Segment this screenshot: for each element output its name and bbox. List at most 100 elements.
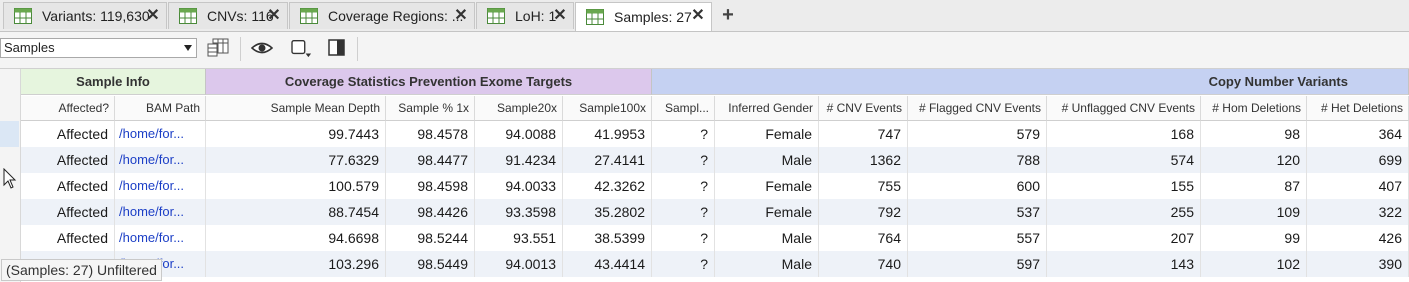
tab-loh[interactable]: LoH: 1 ✕ [476, 2, 574, 29]
table-icon [586, 9, 604, 25]
checkbox-dropdown-icon[interactable] [289, 38, 315, 58]
table-row[interactable]: Affected /home/for... 100.579 98.4598 94… [21, 173, 1409, 199]
cell-100x: 43.4414 [563, 251, 652, 277]
cell-sample-flag: ? [652, 147, 715, 173]
cell-mean-depth: 103.296 [206, 251, 386, 277]
cell-hom-deletions: 99 [1201, 225, 1307, 251]
cell-flagged-cnv: 788 [908, 147, 1047, 173]
cell-mean-depth: 94.6698 [206, 225, 386, 251]
cell-100x: 38.5399 [563, 225, 652, 251]
column-header-sample-mean-depth[interactable]: Sample Mean Depth [206, 96, 386, 121]
cell-hom-deletions: 109 [1201, 199, 1307, 225]
view-select-value: Samples [4, 40, 55, 55]
tab-label: Variants: 119,630 [42, 8, 150, 24]
panel-toggle-icon[interactable] [326, 38, 348, 58]
cell-20x: 94.0033 [475, 173, 563, 199]
add-tab-icon[interactable]: + [719, 5, 737, 25]
cell-sample-flag: ? [652, 121, 715, 147]
tab-variants[interactable]: Variants: 119,630 ✕ [3, 2, 167, 29]
column-header-cnv-events[interactable]: # CNV Events [819, 96, 908, 121]
table-icon [14, 8, 32, 24]
cell-unflagged-cnv: 143 [1047, 251, 1201, 277]
group-header-coverage-statistics: Coverage Statistics Prevention Exome Tar… [206, 69, 652, 95]
column-header-hom-deletions[interactable]: # Hom Deletions [1201, 96, 1307, 121]
table-icon [487, 8, 505, 24]
toolbar-divider [240, 37, 241, 61]
column-header-het-deletions[interactable]: # Het Deletions [1307, 96, 1409, 121]
cell-gender: Male [715, 225, 819, 251]
cell-bam-path-link[interactable]: /home/for... [115, 225, 206, 251]
cell-gender: Female [715, 199, 819, 225]
status-tooltip: (Samples: 27) Unfiltered [1, 259, 162, 281]
cell-bam-path-link[interactable]: /home/for... [115, 147, 206, 173]
cell-unflagged-cnv: 155 [1047, 173, 1201, 199]
cell-gender: Female [715, 173, 819, 199]
cell-mean-depth: 100.579 [206, 173, 386, 199]
cell-sample-flag: ? [652, 251, 715, 277]
column-header-affected[interactable]: Affected? [21, 96, 115, 121]
tab-label: Coverage Regions: ... [328, 8, 464, 24]
cell-100x: 42.3262 [563, 173, 652, 199]
column-header-bam-path[interactable]: BAM Path [115, 96, 206, 121]
table-row[interactable]: Affected /home/for... 99.7443 98.4578 94… [21, 121, 1409, 147]
cell-sample-flag: ? [652, 199, 715, 225]
cell-pct-1x: 98.4598 [386, 173, 475, 199]
table-row[interactable]: Affected /home/for... 94.6698 98.5244 93… [21, 225, 1409, 251]
column-header-flagged-cnv-events[interactable]: # Flagged CNV Events [908, 96, 1047, 121]
cell-het-deletions: 699 [1307, 147, 1409, 173]
cell-mean-depth: 77.6329 [206, 147, 386, 173]
column-header-sample100x[interactable]: Sample100x [563, 96, 652, 121]
cell-gender: Male [715, 147, 819, 173]
tab-samples[interactable]: Samples: 27 ✕ [575, 2, 712, 31]
cell-cnv-events: 740 [819, 251, 908, 277]
cell-pct-1x: 98.5449 [386, 251, 475, 277]
column-header-sample20x[interactable]: Sample20x [475, 96, 563, 121]
cell-cnv-events: 764 [819, 225, 908, 251]
column-header-unflagged-cnv-events[interactable]: # Unflagged CNV Events [1047, 96, 1201, 121]
samples-table: Sample Info Coverage Statistics Preventi… [0, 69, 1409, 282]
cell-20x: 93.3598 [475, 199, 563, 225]
cell-affected: Affected [21, 225, 115, 251]
close-icon[interactable]: ✕ [146, 8, 160, 24]
cell-bam-path-link[interactable]: /home/for... [115, 121, 206, 147]
cell-bam-path-link[interactable]: /home/for... [115, 173, 206, 199]
cell-cnv-events: 755 [819, 173, 908, 199]
cell-cnv-events: 747 [819, 121, 908, 147]
cell-20x: 91.4234 [475, 147, 563, 173]
cell-unflagged-cnv: 574 [1047, 147, 1201, 173]
cell-affected: Affected [21, 199, 115, 225]
column-header-inferred-gender[interactable]: Inferred Gender [715, 96, 819, 121]
view-select[interactable]: Samples [0, 38, 197, 58]
cell-flagged-cnv: 597 [908, 251, 1047, 277]
column-header-sample-truncated[interactable]: Sampl... [652, 96, 715, 121]
cell-affected: Affected [21, 121, 115, 147]
table-row[interactable]: Affected /home/for... 77.6329 98.4477 91… [21, 147, 1409, 173]
cell-20x: 94.0088 [475, 121, 563, 147]
close-icon[interactable]: ✕ [691, 8, 705, 24]
table-row[interactable]: Affected /home/for... 88.7454 98.4426 93… [21, 199, 1409, 225]
close-icon[interactable]: ✕ [553, 8, 567, 24]
cell-sample-flag: ? [652, 225, 715, 251]
cell-bam-path-link[interactable]: /home/for... [115, 199, 206, 225]
cell-mean-depth: 99.7443 [206, 121, 386, 147]
table-icon [300, 8, 318, 24]
close-icon[interactable]: ✕ [454, 8, 468, 24]
tab-label: LoH: 1 [515, 8, 557, 24]
cell-hom-deletions: 87 [1201, 173, 1307, 199]
cell-100x: 35.2802 [563, 199, 652, 225]
tab-coverage-regions[interactable]: Coverage Regions: ... ✕ [289, 2, 475, 29]
cell-pct-1x: 98.4426 [386, 199, 475, 225]
close-icon[interactable]: ✕ [267, 8, 281, 24]
column-chooser-icon[interactable] [207, 38, 229, 58]
visibility-eye-icon[interactable] [251, 38, 273, 58]
cell-flagged-cnv: 557 [908, 225, 1047, 251]
table-icon [179, 8, 197, 24]
cell-100x: 27.4141 [563, 147, 652, 173]
mouse-cursor-icon [3, 168, 17, 189]
tab-cnvs[interactable]: CNVs: 116 ✕ [168, 2, 288, 29]
table-row[interactable]: Affected /home/for... 103.296 98.5449 94… [21, 251, 1409, 277]
cell-unflagged-cnv: 207 [1047, 225, 1201, 251]
cell-affected: Affected [21, 147, 115, 173]
cell-het-deletions: 322 [1307, 199, 1409, 225]
column-header-sample-pct-1x[interactable]: Sample % 1x [386, 96, 475, 121]
